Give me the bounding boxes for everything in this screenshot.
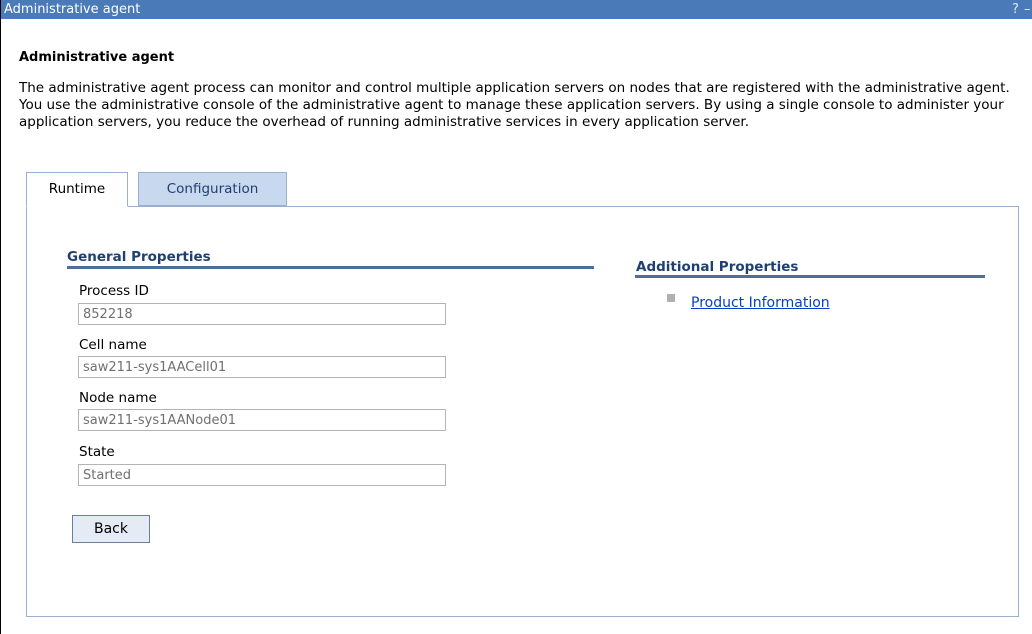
product-information-link[interactable]: Product Information	[691, 295, 830, 311]
additional-properties-divider	[635, 275, 985, 278]
console-frame: Administrative agent ? – Administrative …	[0, 0, 1032, 634]
tab-runtime[interactable]: Runtime	[26, 172, 128, 207]
tab-configuration-label: Configuration	[166, 181, 259, 197]
additional-properties-title: Additional Properties	[636, 259, 799, 275]
cell-name-label: Cell name	[79, 337, 147, 353]
window-title: Administrative agent	[4, 2, 141, 17]
state-field[interactable]	[78, 464, 446, 486]
cell-name-field[interactable]	[78, 356, 446, 378]
back-button[interactable]: Back	[72, 515, 150, 543]
bullet-icon	[667, 294, 675, 302]
node-name-label: Node name	[79, 390, 157, 406]
node-name-field[interactable]	[78, 409, 446, 431]
general-properties-divider	[67, 266, 594, 269]
page-title: Administrative agent	[19, 50, 175, 65]
general-properties-title: General Properties	[67, 249, 211, 265]
minimize-icon[interactable]: –	[1024, 0, 1031, 19]
state-label: State	[79, 444, 115, 460]
title-bar: Administrative agent ? –	[1, 0, 1032, 19]
tab-configuration[interactable]: Configuration	[138, 172, 287, 206]
process-id-field[interactable]	[78, 303, 446, 325]
tab-runtime-label: Runtime	[48, 181, 106, 197]
page-description: The administrative agent process can mon…	[19, 80, 1010, 130]
help-icon[interactable]: ?	[1012, 0, 1019, 19]
process-id-label: Process ID	[79, 283, 149, 299]
